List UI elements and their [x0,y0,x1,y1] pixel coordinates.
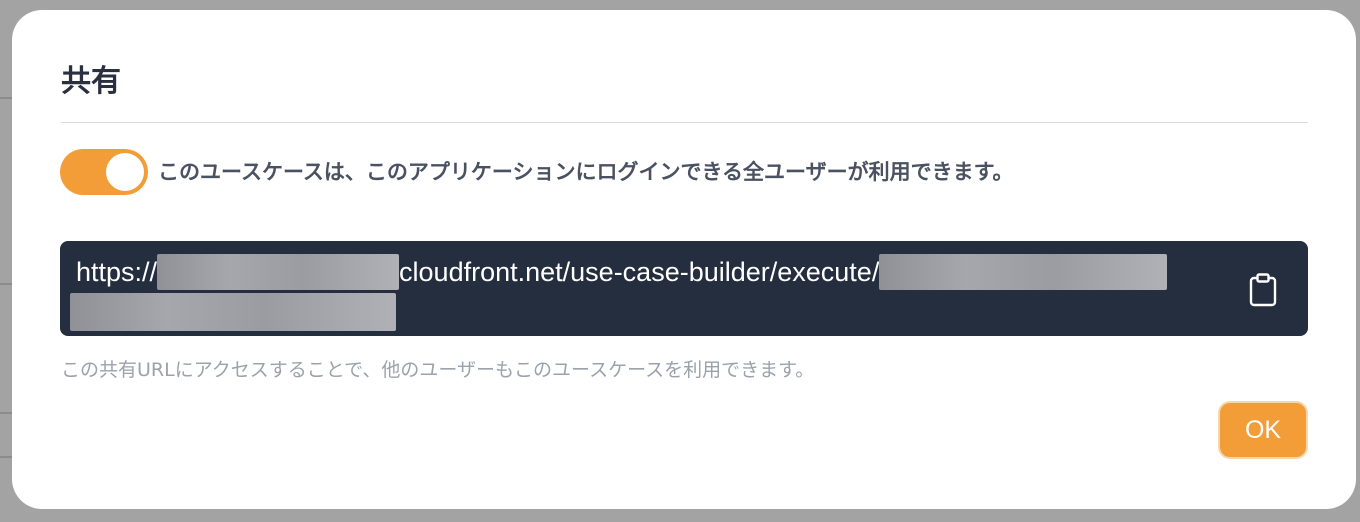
redacted-url-segment [70,293,396,331]
redacted-url-segment [879,254,1168,290]
dialog-title: 共有 [61,64,121,99]
clipboard-icon [1249,273,1277,307]
share-helper-text: この共有URLにアクセスすることで、他のユーザーもこのユースケースを利用できます… [61,359,815,381]
ok-button[interactable]: OK [1218,401,1308,459]
background-divider [0,97,12,99]
title-divider [61,122,1308,123]
share-url-text-continued [70,293,396,331]
share-toggle-label: このユースケースは、このアプリケーションにログインできる全ユーザーが利用できます… [158,160,1014,184]
url-middle: cloudfront.net/use-case-builder/execute/ [399,257,880,287]
background-divider [0,283,12,285]
share-url-text[interactable]: https:// cloudfront.net/use-case-builder… [76,254,1168,290]
share-dialog: 共有 このユースケースは、このアプリケーションにログインできる全ユーザーが利用で… [12,10,1356,509]
share-url-box: https:// cloudfront.net/use-case-builder… [60,241,1308,336]
copy-url-button[interactable] [1246,272,1280,308]
background-divider [0,412,12,414]
toggle-knob [106,153,144,191]
url-prefix: https:// [76,257,158,287]
share-toggle[interactable] [60,149,148,195]
redacted-url-segment [157,254,400,290]
background-divider [0,456,12,458]
